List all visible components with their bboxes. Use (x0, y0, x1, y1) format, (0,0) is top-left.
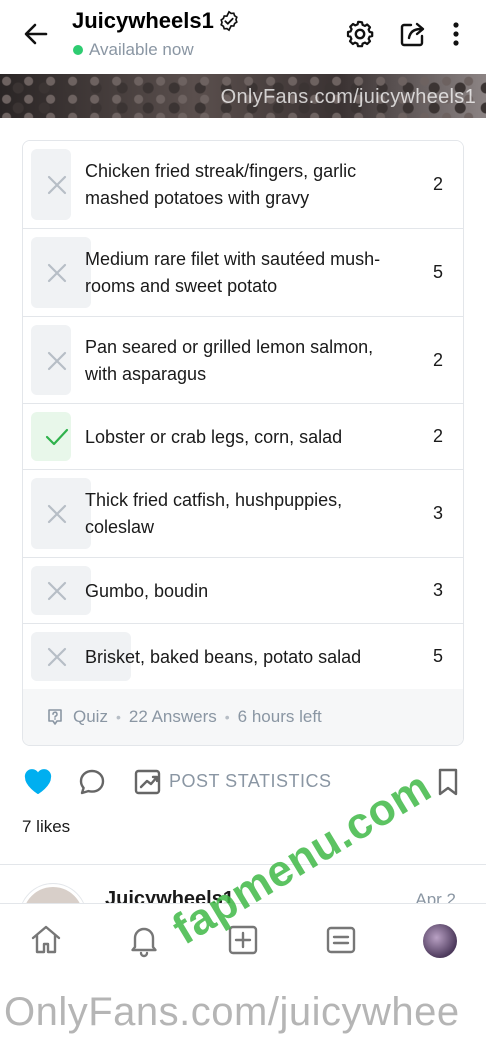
back-arrow-icon[interactable] (20, 18, 52, 50)
quiz-option[interactable]: Gumbo, boudin 3 (23, 558, 463, 624)
quiz-option-text: Thick fried catfish, hushpuppies, colesl… (85, 490, 343, 537)
quiz-option-count: 2 (432, 426, 443, 446)
incorrect-x-icon (47, 647, 67, 667)
bookmark-icon[interactable] (432, 766, 464, 798)
share-icon[interactable] (397, 18, 429, 50)
quiz-type-label: Quiz (73, 707, 108, 726)
incorrect-x-icon (47, 263, 67, 283)
quiz-help-icon (48, 709, 62, 725)
like-heart-icon[interactable] (22, 766, 54, 798)
incorrect-x-icon (47, 581, 67, 601)
quiz-option-count: 2 (432, 349, 443, 370)
quiz-option[interactable]: Brisket, baked beans, potato salad 5 (23, 624, 463, 690)
separator-dot: • (115, 709, 121, 725)
quiz-option-count: 2 (432, 174, 443, 194)
post-statistics-icon[interactable] (132, 766, 164, 798)
quiz-option[interactable]: Chicken fried streak/fingers, garlic mas… (23, 141, 463, 229)
more-options-icon[interactable] (440, 18, 472, 50)
creator-name[interactable]: Juicywheels1 (72, 8, 214, 34)
quiz-option-count: 5 (432, 646, 443, 666)
quiz-footer: Quiz • 22 Answers • 6 hours left (23, 689, 463, 745)
banner-watermark: OnlyFans.com/juicywheels1 (220, 86, 476, 108)
quiz-option-count: 5 (432, 262, 443, 282)
quiz-card: Chicken fried streak/fingers, garlic mas… (22, 140, 464, 746)
post-media-preview[interactable]: OnlyFans.com/juicywheels1 (0, 74, 486, 118)
quiz-option[interactable]: Lobster or crab legs, corn, salad 2 (23, 404, 463, 470)
verified-badge-icon (220, 10, 238, 32)
incorrect-x-icon (47, 504, 67, 524)
incorrect-x-icon (47, 351, 67, 370)
post-header: Juicywheels1 Available now (0, 0, 486, 74)
home-icon[interactable] (28, 922, 64, 958)
messages-icon[interactable] (323, 922, 359, 958)
online-dot-icon (73, 45, 83, 55)
quiz-option-text: Pan seared or grilled lemon salmon, with… (85, 336, 374, 384)
separator-dot: • (224, 709, 230, 725)
incorrect-x-icon (47, 175, 67, 195)
bottom-watermark: OnlyFans.com/juicywhee (4, 990, 460, 1034)
quiz-option-text: Lobster or crab legs, corn, salad (85, 426, 343, 447)
profile-avatar[interactable] (423, 924, 457, 958)
creator-name-row[interactable]: Juicywheels1 (72, 8, 240, 34)
settings-gear-icon[interactable] (344, 18, 376, 50)
quiz-option-text: Chicken fried streak/fingers, garlic mas… (85, 161, 357, 208)
quiz-option-text: Medium rare filet with sautéed mush-room… (85, 249, 381, 296)
comment-bubble-icon[interactable] (76, 766, 108, 798)
quiz-option-count: 3 (432, 580, 443, 600)
correct-check-icon (45, 428, 69, 446)
quiz-option-text: Brisket, baked beans, potato salad (85, 646, 362, 667)
quiz-time-left: 6 hours left (237, 707, 322, 726)
likes-count[interactable]: 7 likes (22, 817, 70, 837)
availability-text: Available now (89, 40, 194, 59)
quiz-answers-count: 22 Answers (128, 707, 217, 726)
quiz-option-text: Gumbo, boudin (85, 580, 209, 601)
quiz-option-count: 3 (432, 503, 443, 523)
quiz-option[interactable]: Thick fried catfish, hushpuppies, colesl… (23, 470, 463, 558)
quiz-option[interactable]: Pan seared or grilled lemon salmon, with… (23, 317, 463, 404)
quiz-option[interactable]: Medium rare filet with sautéed mush-room… (23, 229, 463, 317)
post-statistics-button[interactable]: POST STATISTICS (169, 771, 332, 792)
notifications-bell-icon[interactable] (126, 922, 162, 958)
availability-status: Available now (73, 40, 194, 60)
